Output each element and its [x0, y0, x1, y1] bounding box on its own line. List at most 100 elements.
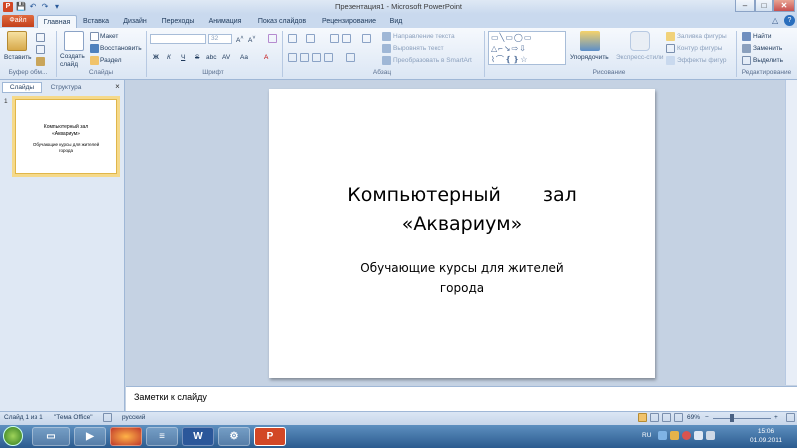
- quick-styles-icon[interactable]: [630, 31, 650, 51]
- line-spacing-icon[interactable]: [362, 34, 371, 43]
- align-center-icon[interactable]: [300, 53, 309, 62]
- tab-slideshow[interactable]: Показ слайдов: [254, 15, 310, 28]
- zoom-level[interactable]: 69%: [687, 413, 700, 422]
- network-icon[interactable]: [694, 431, 703, 440]
- notes-pane[interactable]: [126, 386, 797, 411]
- collapse-ribbon-icon[interactable]: △: [772, 16, 778, 25]
- shadow-button[interactable]: abc: [206, 53, 216, 62]
- replace-icon[interactable]: [742, 44, 751, 53]
- taskbar-firefox-icon[interactable]: [110, 427, 142, 446]
- taskbar-folder-icon[interactable]: ▭: [32, 427, 70, 446]
- language-indicator[interactable]: русский: [122, 413, 145, 422]
- shape-fill-button[interactable]: Заливка фигуры: [677, 32, 727, 41]
- cut-icon[interactable]: [36, 33, 45, 42]
- taskbar-settings-icon[interactable]: ⚙: [218, 427, 250, 446]
- spellcheck-icon[interactable]: [103, 413, 112, 422]
- slide-sorter-icon[interactable]: [650, 413, 659, 422]
- slideshow-view-icon[interactable]: [674, 413, 683, 422]
- taskbar-media-player-icon[interactable]: ▶: [74, 427, 106, 446]
- reading-view-icon[interactable]: [662, 413, 671, 422]
- tab-review[interactable]: Рецензирование: [318, 15, 380, 28]
- shrink-font-icon[interactable]: A˅: [248, 34, 256, 45]
- tab-insert[interactable]: Вставка: [80, 15, 112, 28]
- tab-transitions[interactable]: Переходы: [159, 15, 197, 28]
- text-direction-button[interactable]: Направление текста: [393, 32, 455, 41]
- slide-title[interactable]: Компьютерный зал «Аквариум»: [269, 181, 655, 239]
- text-direction-icon[interactable]: [382, 32, 391, 41]
- columns-icon[interactable]: [346, 53, 355, 62]
- slide-thumbnail[interactable]: Компьютерный зал «Аквариум» Обучающие ку…: [12, 96, 120, 177]
- zoom-in-button[interactable]: +: [774, 413, 778, 422]
- minimize-button[interactable]: –: [735, 0, 755, 12]
- help-icon[interactable]: ?: [784, 15, 795, 26]
- zoom-out-button[interactable]: −: [705, 413, 709, 422]
- section-icon[interactable]: [90, 56, 99, 65]
- find-button[interactable]: Найти: [753, 32, 772, 41]
- reset-icon[interactable]: [90, 44, 99, 53]
- antivirus-icon[interactable]: [682, 431, 691, 440]
- tab-animation[interactable]: Анимация: [205, 15, 245, 28]
- tray-app-icon[interactable]: [670, 431, 679, 440]
- volume-icon[interactable]: [706, 431, 715, 440]
- change-case-button[interactable]: Aa: [240, 53, 248, 62]
- new-slide-button[interactable]: Создать слайд: [60, 53, 88, 69]
- font-color-button[interactable]: A: [264, 53, 268, 62]
- quick-styles-button[interactable]: Экспресс-стили: [616, 53, 664, 62]
- arrange-icon[interactable]: [580, 31, 600, 51]
- taskbar-notepad-icon[interactable]: ≡: [146, 427, 178, 446]
- align-text-icon[interactable]: [382, 44, 391, 53]
- font-family-combo[interactable]: [150, 34, 206, 44]
- smartart-icon[interactable]: [382, 56, 391, 65]
- binoculars-icon[interactable]: [742, 32, 751, 41]
- shape-fill-icon[interactable]: [666, 32, 675, 41]
- zoom-slider-thumb[interactable]: [730, 414, 734, 422]
- tab-view[interactable]: Вид: [386, 15, 406, 28]
- char-spacing-button[interactable]: AV: [222, 53, 230, 62]
- paste-icon[interactable]: [7, 31, 27, 51]
- new-slide-icon[interactable]: [64, 31, 84, 51]
- theme-name[interactable]: "Тема Office": [54, 413, 93, 422]
- align-text-button[interactable]: Выровнять текст: [393, 44, 444, 53]
- section-button[interactable]: Раздел: [100, 56, 121, 65]
- format-painter-icon[interactable]: [36, 57, 45, 66]
- align-right-icon[interactable]: [312, 53, 321, 62]
- font-size-combo[interactable]: 32: [208, 34, 232, 44]
- numbering-icon[interactable]: [306, 34, 315, 43]
- help-tray-icon[interactable]: [658, 431, 667, 440]
- close-pane-icon[interactable]: ×: [113, 82, 122, 92]
- reset-button[interactable]: Восстановить: [100, 44, 142, 53]
- copy-icon[interactable]: [36, 45, 45, 54]
- clear-formatting-icon[interactable]: [268, 34, 277, 43]
- taskbar-word-icon[interactable]: W: [182, 427, 214, 446]
- clock[interactable]: 15:06 01.09.2011: [740, 427, 792, 445]
- fit-to-window-icon[interactable]: [786, 413, 795, 422]
- replace-button[interactable]: Заменить: [753, 44, 782, 53]
- select-icon[interactable]: [742, 56, 751, 65]
- bold-button[interactable]: Ж: [153, 53, 159, 62]
- shape-outline-button[interactable]: Контур фигуры: [677, 44, 722, 53]
- justify-icon[interactable]: [324, 53, 333, 62]
- tab-home[interactable]: Главная: [37, 15, 77, 28]
- shapes-gallery[interactable]: ▭╲▭◯▭ △⌐↘⇨⇩ ⌇⌒❴❵☆: [488, 31, 566, 65]
- tab-design[interactable]: Дизайн: [119, 15, 151, 28]
- taskbar-powerpoint-icon[interactable]: P: [254, 427, 286, 446]
- paste-button[interactable]: Вставить: [4, 53, 32, 62]
- decrease-indent-icon[interactable]: [330, 34, 339, 43]
- keyboard-language[interactable]: RU: [642, 432, 651, 439]
- tab-outline[interactable]: Структура: [44, 82, 88, 93]
- vertical-scrollbar[interactable]: [785, 80, 797, 385]
- underline-button[interactable]: Ч: [181, 53, 185, 62]
- italic-button[interactable]: К: [167, 53, 171, 62]
- start-button-icon[interactable]: [3, 426, 23, 446]
- slide-subtitle[interactable]: Обучающие курсы для жителей города: [269, 258, 655, 298]
- shape-outline-icon[interactable]: [666, 44, 675, 53]
- shape-effects-button[interactable]: Эффекты фигур: [677, 56, 727, 65]
- convert-smartart-button[interactable]: Преобразовать в SmartArt: [393, 56, 472, 65]
- slide[interactable]: Компьютерный зал «Аквариум» Обучающие ку…: [269, 89, 655, 378]
- normal-view-icon[interactable]: [638, 413, 647, 422]
- zoom-slider[interactable]: [713, 418, 771, 419]
- strikethrough-button[interactable]: S: [195, 53, 199, 62]
- maximize-button[interactable]: □: [755, 0, 773, 12]
- layout-button[interactable]: Макет: [100, 32, 118, 41]
- bullets-icon[interactable]: [288, 34, 297, 43]
